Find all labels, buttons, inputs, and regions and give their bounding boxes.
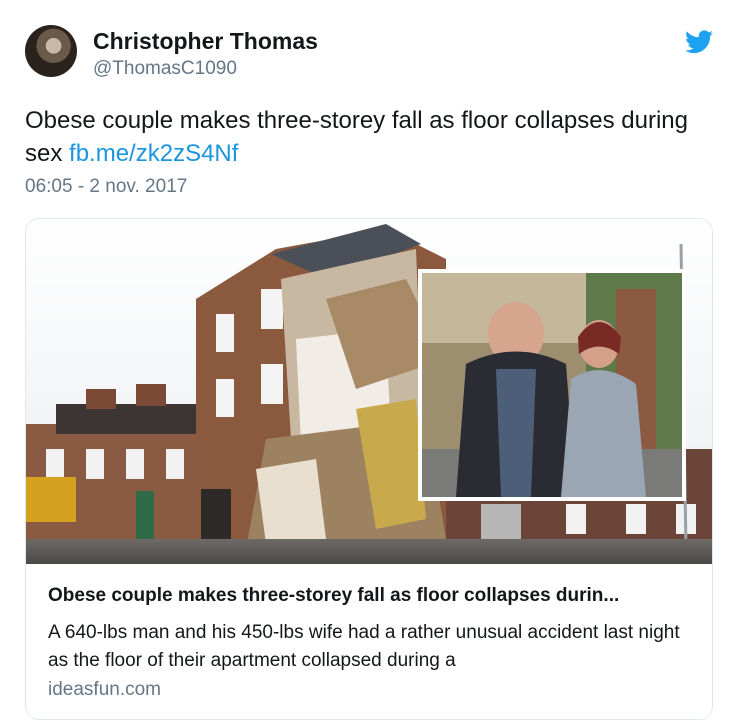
tweet-timestamp[interactable]: 06:05 - 2 nov. 2017 <box>25 176 187 198</box>
author-handle[interactable]: @ThomasC1090 <box>93 58 237 80</box>
link-card[interactable]: Obese couple makes three-storey fall as … <box>25 218 713 720</box>
card-domain[interactable]: ideasfun.com <box>48 679 161 701</box>
avatar[interactable] <box>25 25 77 77</box>
tweet-link[interactable]: fb.me/zk2zS4Nf <box>69 140 238 167</box>
card-image[interactable] <box>26 219 712 564</box>
author-name[interactable]: Christopher Thomas <box>93 28 318 55</box>
twitter-bird-icon[interactable] <box>685 30 713 54</box>
tweet-text: Obese couple makes three-storey fall as … <box>25 104 715 170</box>
card-description: A 640-lbs man and his 450-lbs wife had a… <box>48 622 680 671</box>
card-title[interactable]: Obese couple makes three-storey fall as … <box>48 585 698 607</box>
